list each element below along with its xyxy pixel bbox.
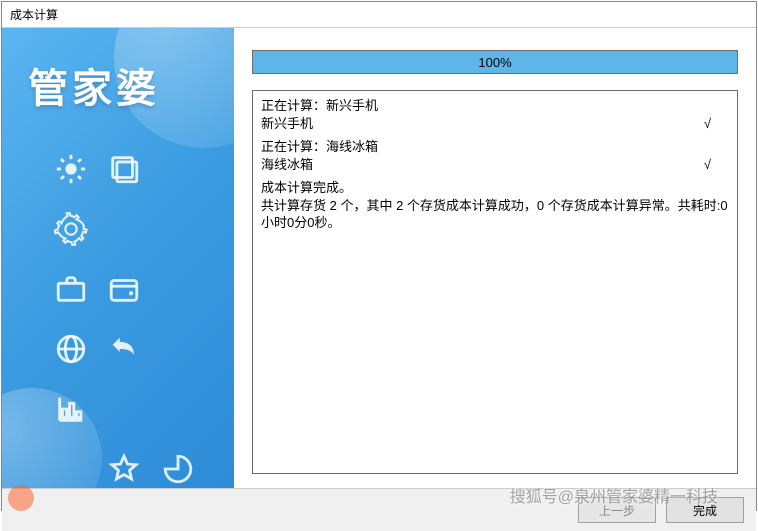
log-result: 新兴手机 √ bbox=[261, 115, 729, 133]
sidebar-icon-grid bbox=[2, 114, 234, 488]
main-panel: 100% 正在计算：新兴手机 新兴手机 √ 正在计算：海线冰箱 海线冰箱 √ bbox=[234, 28, 756, 488]
footer-bar: 上一步 完成 bbox=[2, 488, 756, 531]
summary-done: 成本计算完成。 bbox=[261, 179, 729, 197]
title-bar: 成本计算 bbox=[2, 2, 756, 27]
log-result: 海线冰箱 √ bbox=[261, 156, 729, 174]
briefcase-icon bbox=[52, 270, 90, 308]
sun-icon bbox=[52, 150, 90, 188]
globe-icon bbox=[52, 330, 90, 368]
wallet-icon bbox=[105, 270, 143, 308]
check-icon: √ bbox=[704, 115, 711, 133]
log-summary: 成本计算完成。 共计算存货 2 个，其中 2 个存货成本计算成功，0 个存货成本… bbox=[261, 179, 729, 232]
window-title: 成本计算 bbox=[10, 8, 58, 22]
sidebar: 管家婆 bbox=[2, 28, 234, 488]
blank-1-icon bbox=[159, 150, 197, 188]
blank-2-icon bbox=[105, 210, 143, 248]
watermark-logo-icon bbox=[8, 485, 34, 511]
gear-icon bbox=[52, 210, 90, 248]
prev-button[interactable]: 上一步 bbox=[578, 497, 656, 523]
brand-logo: 管家婆 bbox=[2, 28, 234, 114]
app-window: 成本计算 管家婆 bbox=[1, 1, 757, 511]
star-icon bbox=[105, 450, 143, 488]
progress-bar: 100% bbox=[252, 50, 738, 74]
finish-button[interactable]: 完成 bbox=[666, 497, 744, 523]
blank-7-icon bbox=[159, 390, 197, 428]
progress-fill: 100% bbox=[253, 51, 737, 73]
log-item: 正在计算：海线冰箱 海线冰箱 √ bbox=[261, 138, 729, 173]
stack-icon bbox=[105, 150, 143, 188]
bar-chart-icon bbox=[52, 390, 90, 428]
check-icon: √ bbox=[704, 156, 711, 174]
blank-4-icon bbox=[159, 270, 197, 308]
log-name: 新兴手机 bbox=[261, 115, 313, 133]
log-header: 正在计算：新兴手机 bbox=[261, 97, 729, 115]
blank-8-icon bbox=[52, 450, 90, 488]
blank-6-icon bbox=[105, 390, 143, 428]
progress-label: 100% bbox=[478, 55, 511, 70]
log-item: 正在计算：新兴手机 新兴手机 √ bbox=[261, 97, 729, 132]
log-name: 海线冰箱 bbox=[261, 156, 313, 174]
summary-detail: 共计算存货 2 个，其中 2 个存货成本计算成功，0 个存货成本计算异常。共耗时… bbox=[261, 197, 729, 232]
blank-5-icon bbox=[159, 330, 197, 368]
log-output[interactable]: 正在计算：新兴手机 新兴手机 √ 正在计算：海线冰箱 海线冰箱 √ 成本计算完成… bbox=[252, 90, 738, 474]
blank-3-icon bbox=[159, 210, 197, 248]
content-area: 管家婆 bbox=[2, 27, 756, 488]
pie-chart-icon bbox=[159, 450, 197, 488]
log-header: 正在计算：海线冰箱 bbox=[261, 138, 729, 156]
undo-icon bbox=[105, 330, 143, 368]
